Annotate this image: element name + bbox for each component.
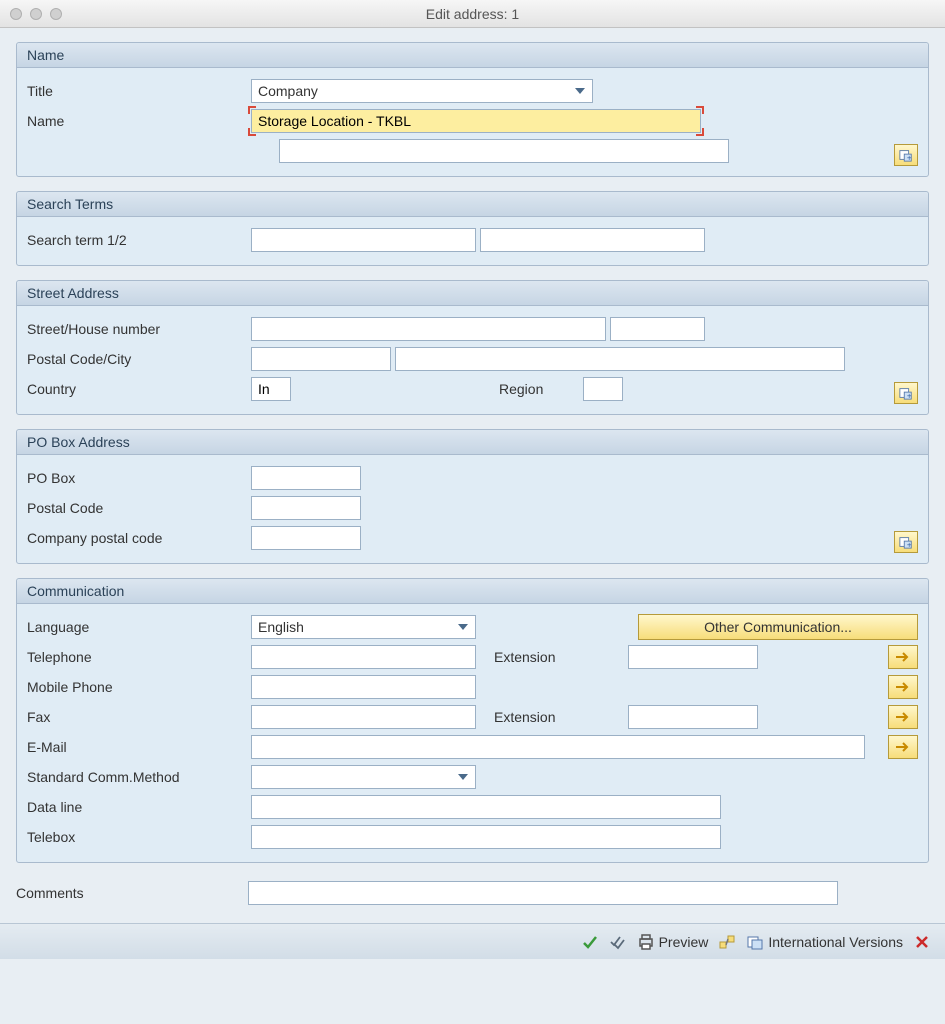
group-search-header: Search Terms xyxy=(17,192,928,217)
group-communication-header: Communication xyxy=(17,579,928,604)
other-communication-label: Other Communication... xyxy=(704,619,852,635)
cancel-button[interactable] xyxy=(913,933,931,951)
international-versions-button[interactable]: International Versions xyxy=(746,933,903,951)
svg-text:+: + xyxy=(907,153,912,162)
window-title: Edit address: 1 xyxy=(0,6,945,22)
versions-icon xyxy=(746,933,764,951)
arrow-right-icon xyxy=(895,711,911,723)
svg-text:+: + xyxy=(907,540,912,549)
country-label: Country xyxy=(27,381,247,397)
fax-label: Fax xyxy=(27,709,247,725)
check-all-button[interactable] xyxy=(609,933,627,951)
group-search: Search Terms Search term 1/2 xyxy=(16,191,929,266)
statusbar: Preview International Versions xyxy=(0,923,945,959)
title-select-value: Company xyxy=(258,83,318,99)
search-term1-input[interactable] xyxy=(251,228,476,252)
telephone-label: Telephone xyxy=(27,649,247,665)
content: Name Title Company Name xyxy=(0,28,945,923)
group-street-header: Street Address xyxy=(17,281,928,306)
language-select[interactable]: English xyxy=(251,615,476,639)
search-term2-input[interactable] xyxy=(480,228,705,252)
group-pobox: PO Box Address PO Box Postal Code Compan… xyxy=(16,429,929,564)
expand-pobox-icon[interactable]: + xyxy=(894,531,918,553)
telebox-label: Telebox xyxy=(27,829,247,845)
arrow-right-icon xyxy=(895,741,911,753)
company-postal-label: Company postal code xyxy=(27,530,247,546)
name2-input[interactable] xyxy=(279,139,729,163)
telephone-more-button[interactable] xyxy=(888,645,918,669)
name-input[interactable] xyxy=(251,109,701,133)
accept-button[interactable] xyxy=(581,933,599,951)
street-input[interactable] xyxy=(251,317,606,341)
group-name: Name Title Company Name xyxy=(16,42,929,177)
arrow-right-icon xyxy=(895,651,911,663)
postal-city-label: Postal Code/City xyxy=(27,351,247,367)
stdcomm-label: Standard Comm.Method xyxy=(27,769,247,785)
language-label: Language xyxy=(27,619,247,635)
close-icon xyxy=(913,933,931,951)
pobox-input[interactable] xyxy=(251,466,361,490)
city-input[interactable] xyxy=(395,347,845,371)
international-versions-label: International Versions xyxy=(768,934,903,950)
expand-street-icon[interactable]: + xyxy=(894,382,918,404)
dataline-label: Data line xyxy=(27,799,247,815)
link-icon xyxy=(718,933,736,951)
svg-text:+: + xyxy=(907,391,912,400)
company-postal-input[interactable] xyxy=(251,526,361,550)
comments-input[interactable] xyxy=(248,881,838,905)
group-pobox-header: PO Box Address xyxy=(17,430,928,455)
search-term-label: Search term 1/2 xyxy=(27,232,247,248)
check-icon xyxy=(581,933,599,951)
titlebar: Edit address: 1 xyxy=(0,0,945,28)
preview-label: Preview xyxy=(659,934,709,950)
region-label: Region xyxy=(499,381,579,397)
preview-button[interactable]: Preview xyxy=(637,933,709,951)
comments-label: Comments xyxy=(16,885,244,901)
mobile-more-button[interactable] xyxy=(888,675,918,699)
fax-ext-label: Extension xyxy=(494,709,624,725)
pobox-postal-input[interactable] xyxy=(251,496,361,520)
mobile-label: Mobile Phone xyxy=(27,679,247,695)
pobox-label: PO Box xyxy=(27,470,247,486)
region-input[interactable] xyxy=(583,377,623,401)
stdcomm-select[interactable] xyxy=(251,765,476,789)
telephone-ext-label: Extension xyxy=(494,649,624,665)
email-more-button[interactable] xyxy=(888,735,918,759)
title-select[interactable]: Company xyxy=(251,79,593,103)
street-label: Street/House number xyxy=(27,321,247,337)
link-button[interactable] xyxy=(718,933,736,951)
email-label: E-Mail xyxy=(27,739,247,755)
pobox-postal-label: Postal Code xyxy=(27,500,247,516)
other-communication-button[interactable]: Other Communication... xyxy=(638,614,918,640)
double-check-icon xyxy=(609,933,627,951)
telephone-input[interactable] xyxy=(251,645,476,669)
house-no-input[interactable] xyxy=(610,317,705,341)
arrow-right-icon xyxy=(895,681,911,693)
group-name-header: Name xyxy=(17,43,928,68)
dataline-input[interactable] xyxy=(251,795,721,819)
title-label: Title xyxy=(27,83,247,99)
telebox-input[interactable] xyxy=(251,825,721,849)
comments-row: Comments xyxy=(16,877,929,917)
fax-more-button[interactable] xyxy=(888,705,918,729)
name-label: Name xyxy=(27,113,247,129)
email-input[interactable] xyxy=(251,735,865,759)
telephone-ext-input[interactable] xyxy=(628,645,758,669)
postal-code-input[interactable] xyxy=(251,347,391,371)
expand-name-icon[interactable]: + xyxy=(894,144,918,166)
country-input[interactable] xyxy=(251,377,291,401)
fax-ext-input[interactable] xyxy=(628,705,758,729)
fax-input[interactable] xyxy=(251,705,476,729)
window: Edit address: 1 Name Title Company Name xyxy=(0,0,945,959)
print-icon xyxy=(637,933,655,951)
group-communication: Communication Language English Other Com… xyxy=(16,578,929,863)
group-street: Street Address Street/House number Posta… xyxy=(16,280,929,415)
mobile-input[interactable] xyxy=(251,675,476,699)
language-select-value: English xyxy=(258,619,304,635)
